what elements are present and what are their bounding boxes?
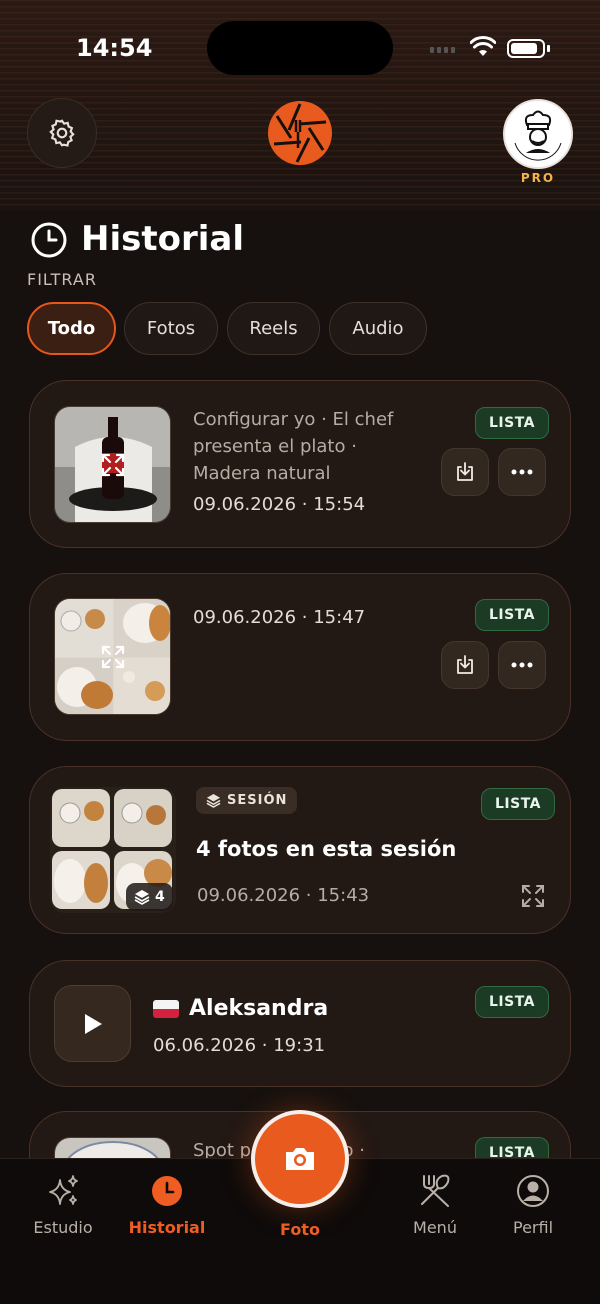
more-icon: [511, 469, 533, 475]
play-button[interactable]: [54, 985, 131, 1062]
audio-title: Aleksandra: [153, 996, 328, 1021]
filter-label: FILTRAR: [27, 270, 97, 289]
status-badge: LISTA: [475, 407, 550, 439]
tab-foto-label: Foto: [280, 1220, 320, 1239]
chef-logo-icon: [507, 103, 569, 165]
status-time: 14:54: [76, 34, 153, 62]
tab-perfil[interactable]: Perfil: [478, 1172, 588, 1237]
tab-estudio[interactable]: Estudio: [8, 1172, 118, 1237]
app-logo: [268, 101, 332, 165]
download-button[interactable]: [441, 641, 489, 689]
item-date: 06.06.2026 · 19:31: [153, 1035, 326, 1056]
tab-historial[interactable]: Historial: [112, 1172, 222, 1237]
clock-icon: [31, 222, 67, 258]
clock-icon: [152, 1176, 182, 1206]
layers-icon: [206, 793, 221, 808]
gear-icon: [49, 119, 75, 147]
download-icon: [457, 655, 473, 674]
status-badge: LISTA: [475, 599, 550, 631]
expand-icon[interactable]: [100, 644, 126, 670]
filter-chip-todo[interactable]: Todo: [27, 302, 116, 355]
filter-chip-audio[interactable]: Audio: [329, 302, 427, 355]
wifi-icon: [470, 36, 496, 56]
camera-icon: [286, 1148, 314, 1170]
filter-chip-fotos[interactable]: Fotos: [124, 302, 218, 355]
sparkles-icon: [49, 1175, 78, 1205]
item-date: 09.06.2026 · 15:47: [193, 607, 366, 628]
expand-icon[interactable]: [520, 883, 546, 909]
user-icon: [517, 1175, 549, 1207]
more-icon: [511, 662, 533, 668]
status-badge: LISTA: [475, 986, 550, 1018]
camera-capture-button[interactable]: [251, 1110, 349, 1208]
item-date: 09.06.2026 · 15:54: [193, 494, 366, 515]
download-icon: [457, 462, 473, 481]
settings-button[interactable]: [27, 98, 97, 168]
expand-icon[interactable]: [100, 452, 126, 478]
utensils-icon: [421, 1174, 450, 1207]
download-button[interactable]: [441, 448, 489, 496]
photo-count-badge: 4: [126, 883, 173, 911]
session-badge: SESIÓN: [196, 787, 298, 814]
layers-icon: [134, 890, 150, 905]
play-icon: [84, 1013, 102, 1034]
page-title: Historial: [81, 219, 244, 259]
filter-chip-reels[interactable]: Reels: [227, 302, 320, 355]
restaurant-avatar[interactable]: [503, 99, 573, 169]
more-options-button[interactable]: [498, 641, 546, 689]
status-badge: LISTA: [475, 1137, 550, 1159]
more-options-button[interactable]: [498, 448, 546, 496]
item-description: Configurar yo · El chef presenta el plat…: [193, 409, 394, 484]
poland-flag-icon: [153, 999, 179, 1018]
tab-menu[interactable]: Menú: [380, 1172, 490, 1237]
dynamic-island: [207, 21, 393, 75]
session-title: 4 fotos en esta sesión: [196, 837, 457, 861]
pro-badge: PRO: [520, 171, 556, 185]
item-date: 09.06.2026 · 15:43: [197, 885, 370, 906]
battery-icon: [507, 39, 545, 58]
signal-icon: [430, 47, 455, 53]
status-badge: LISTA: [481, 788, 556, 820]
